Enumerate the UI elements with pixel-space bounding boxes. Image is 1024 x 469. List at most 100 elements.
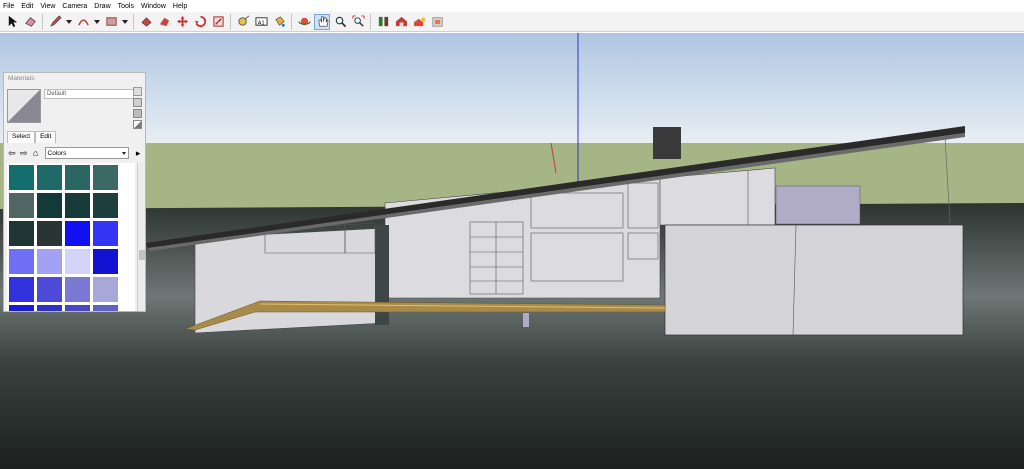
warehouse-tool-button[interactable] <box>393 14 409 30</box>
material-swatch[interactable] <box>65 305 90 311</box>
material-swatch[interactable] <box>9 305 34 311</box>
extension-icon <box>431 17 443 27</box>
pencil-tool-button[interactable] <box>47 14 63 30</box>
move-icon <box>176 15 188 28</box>
eraser-tool-button[interactable] <box>22 14 38 30</box>
orbit-icon <box>297 17 311 26</box>
chevron-down-icon[interactable] <box>65 14 72 30</box>
material-name-field[interactable]: Default <box>44 89 134 99</box>
tape-measure-icon <box>237 15 249 26</box>
move-tool-button[interactable] <box>174 14 190 30</box>
material-preview-swatch <box>7 89 41 123</box>
tape-measure-tool-button[interactable] <box>235 14 251 30</box>
menu-draw[interactable]: Draw <box>94 3 110 10</box>
zoom-extents-tool-button[interactable] <box>350 14 366 30</box>
model-canvas[interactable] <box>0 33 1024 469</box>
select-icon <box>8 15 17 28</box>
collection-dropdown[interactable]: Colors <box>44 147 130 159</box>
sample-paint-icon[interactable] <box>133 120 142 129</box>
extension-tool-button[interactable] <box>429 14 445 30</box>
pan-icon <box>317 16 328 27</box>
material-swatch[interactable] <box>65 193 90 218</box>
toolbar-separator <box>133 13 134 30</box>
create-material-icon[interactable] <box>133 98 142 107</box>
chevron-down-icon[interactable] <box>93 14 100 30</box>
push-pull-icon <box>140 17 152 27</box>
orbit-tool-button[interactable] <box>296 14 312 30</box>
menu-edit[interactable]: Edit <box>21 3 33 10</box>
components-tool-button[interactable] <box>375 14 391 30</box>
menu-window[interactable]: Window <box>141 3 166 10</box>
toolbar-separator <box>42 13 43 30</box>
material-swatch[interactable] <box>93 249 118 274</box>
home-icon[interactable]: ⌂ <box>31 148 41 158</box>
follow-me-icon <box>159 17 169 27</box>
pencil-icon <box>49 15 61 27</box>
material-swatch[interactable] <box>65 165 90 190</box>
share-model-tool-button[interactable] <box>411 14 427 30</box>
material-swatch[interactable] <box>9 221 34 246</box>
material-swatch[interactable] <box>9 249 34 274</box>
push-pull-tool-button[interactable] <box>138 14 154 30</box>
material-swatch[interactable] <box>9 193 34 218</box>
material-swatch[interactable] <box>9 165 34 190</box>
eraser-icon <box>24 17 36 27</box>
arc-icon <box>77 19 89 26</box>
material-swatch[interactable] <box>9 277 34 302</box>
toolbar-separator <box>370 13 371 30</box>
material-swatch[interactable] <box>93 277 118 302</box>
zoom-icon <box>335 16 346 28</box>
swatches-scrollbar[interactable] <box>137 163 145 311</box>
material-swatch[interactable] <box>37 277 62 302</box>
material-swatch[interactable] <box>37 249 62 274</box>
material-swatch[interactable] <box>93 193 118 218</box>
sky <box>0 33 1024 143</box>
material-swatch[interactable] <box>37 193 62 218</box>
deck-post <box>523 313 529 327</box>
scale-icon <box>212 16 224 27</box>
zoom-tool-button[interactable] <box>332 14 348 30</box>
toolbar-separator <box>230 13 231 30</box>
rectangle-tool-button[interactable] <box>103 14 119 30</box>
paint-bucket-tool-button[interactable] <box>271 14 287 30</box>
default-material-icon[interactable] <box>133 109 142 118</box>
scrollbar-thumb[interactable] <box>139 250 145 260</box>
chimney <box>653 127 681 159</box>
rotate-tool-button[interactable] <box>192 14 208 30</box>
scale-tool-button[interactable] <box>210 14 226 30</box>
rectangle-icon <box>105 17 117 26</box>
pan-tool-button[interactable] <box>314 13 330 30</box>
material-swatch[interactable] <box>65 277 90 302</box>
material-swatch[interactable] <box>37 305 62 311</box>
material-swatch[interactable] <box>65 221 90 246</box>
menu-tools[interactable]: Tools <box>118 3 134 10</box>
tab-select[interactable]: Select <box>7 131 36 143</box>
materials-nav: ⇦ ⇨ ⌂ Colors ▸ <box>7 146 145 160</box>
material-swatch[interactable] <box>37 165 62 190</box>
material-swatch[interactable] <box>93 305 118 311</box>
material-swatch[interactable] <box>65 249 90 274</box>
display-secondary-pane-icon[interactable] <box>133 87 142 96</box>
menu-camera[interactable]: Camera <box>62 3 87 10</box>
chevron-down-icon[interactable] <box>121 14 128 30</box>
material-swatch[interactable] <box>37 221 62 246</box>
material-swatch[interactable] <box>93 221 118 246</box>
materials-side-buttons <box>133 87 143 131</box>
text-tool-button[interactable]: A1 <box>253 14 269 30</box>
tab-edit[interactable]: Edit <box>35 131 57 143</box>
details-arrow-icon[interactable]: ▸ <box>133 148 143 158</box>
arc-tool-button[interactable] <box>75 14 91 30</box>
follow-me-tool-button[interactable] <box>156 14 172 30</box>
menu-help[interactable]: Help <box>173 3 187 10</box>
materials-panel: Materials Default Select Edit ⇦ ⇨ ⌂ Colo… <box>3 72 146 312</box>
menu-view[interactable]: View <box>40 3 55 10</box>
menu-file[interactable]: File <box>3 3 14 10</box>
material-swatches <box>7 163 135 311</box>
back-arrow-icon[interactable]: ⇦ <box>7 148 17 158</box>
material-swatch[interactable] <box>93 165 118 190</box>
share-model-icon <box>413 17 425 27</box>
3d-viewport[interactable] <box>0 33 1024 469</box>
paint-bucket-icon <box>274 16 285 27</box>
select-tool-button[interactable] <box>4 14 20 30</box>
forward-arrow-icon[interactable]: ⇨ <box>19 148 29 158</box>
